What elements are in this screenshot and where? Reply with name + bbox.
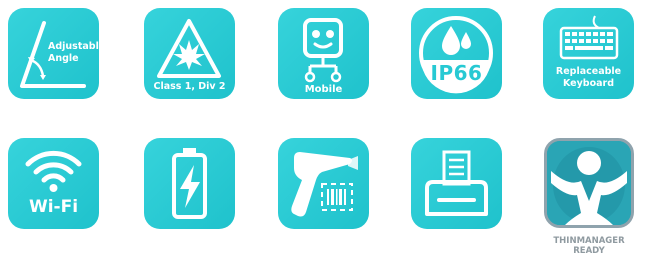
thinmanager-logo-icon	[547, 141, 631, 225]
thinmanager-label: READY	[573, 246, 605, 256]
printer-icon	[425, 150, 488, 216]
feature-label: Keyboard	[562, 78, 615, 89]
thinmanager-logo	[544, 138, 634, 228]
feature-label: Wi-Fi	[28, 197, 79, 217]
thinmanager-ready-badge: THINMANAGER READY	[544, 138, 634, 263]
feature-label: Mobile	[304, 84, 343, 95]
battery-charging-icon	[172, 148, 207, 219]
feature-tile-mobile: Mobile	[278, 8, 369, 99]
feature-label: Angle	[48, 53, 79, 64]
feature-label: IP66	[430, 61, 483, 85]
feature-tile-ip66: IP66	[411, 8, 502, 99]
feature-tile-class1-div2: Class 1, Div 2	[144, 8, 235, 99]
water-drops-icon	[419, 16, 493, 94]
feature-label: Replaceable	[555, 66, 622, 77]
feature-label: Class 1, Div 2	[153, 81, 226, 92]
feature-tile-wifi: Wi-Fi	[8, 138, 99, 229]
feature-tile-replaceable-keyboard: Replaceable Keyboard	[543, 8, 634, 99]
feature-tile-battery	[144, 138, 235, 229]
feature-tile-printer	[411, 138, 502, 229]
barcode-scanner-icon	[291, 152, 358, 217]
feature-tile-barcode-scanner	[278, 138, 369, 229]
feature-label: Adjustable	[48, 41, 99, 52]
feature-tile-adjustable-angle: Adjustable Angle	[8, 8, 99, 99]
